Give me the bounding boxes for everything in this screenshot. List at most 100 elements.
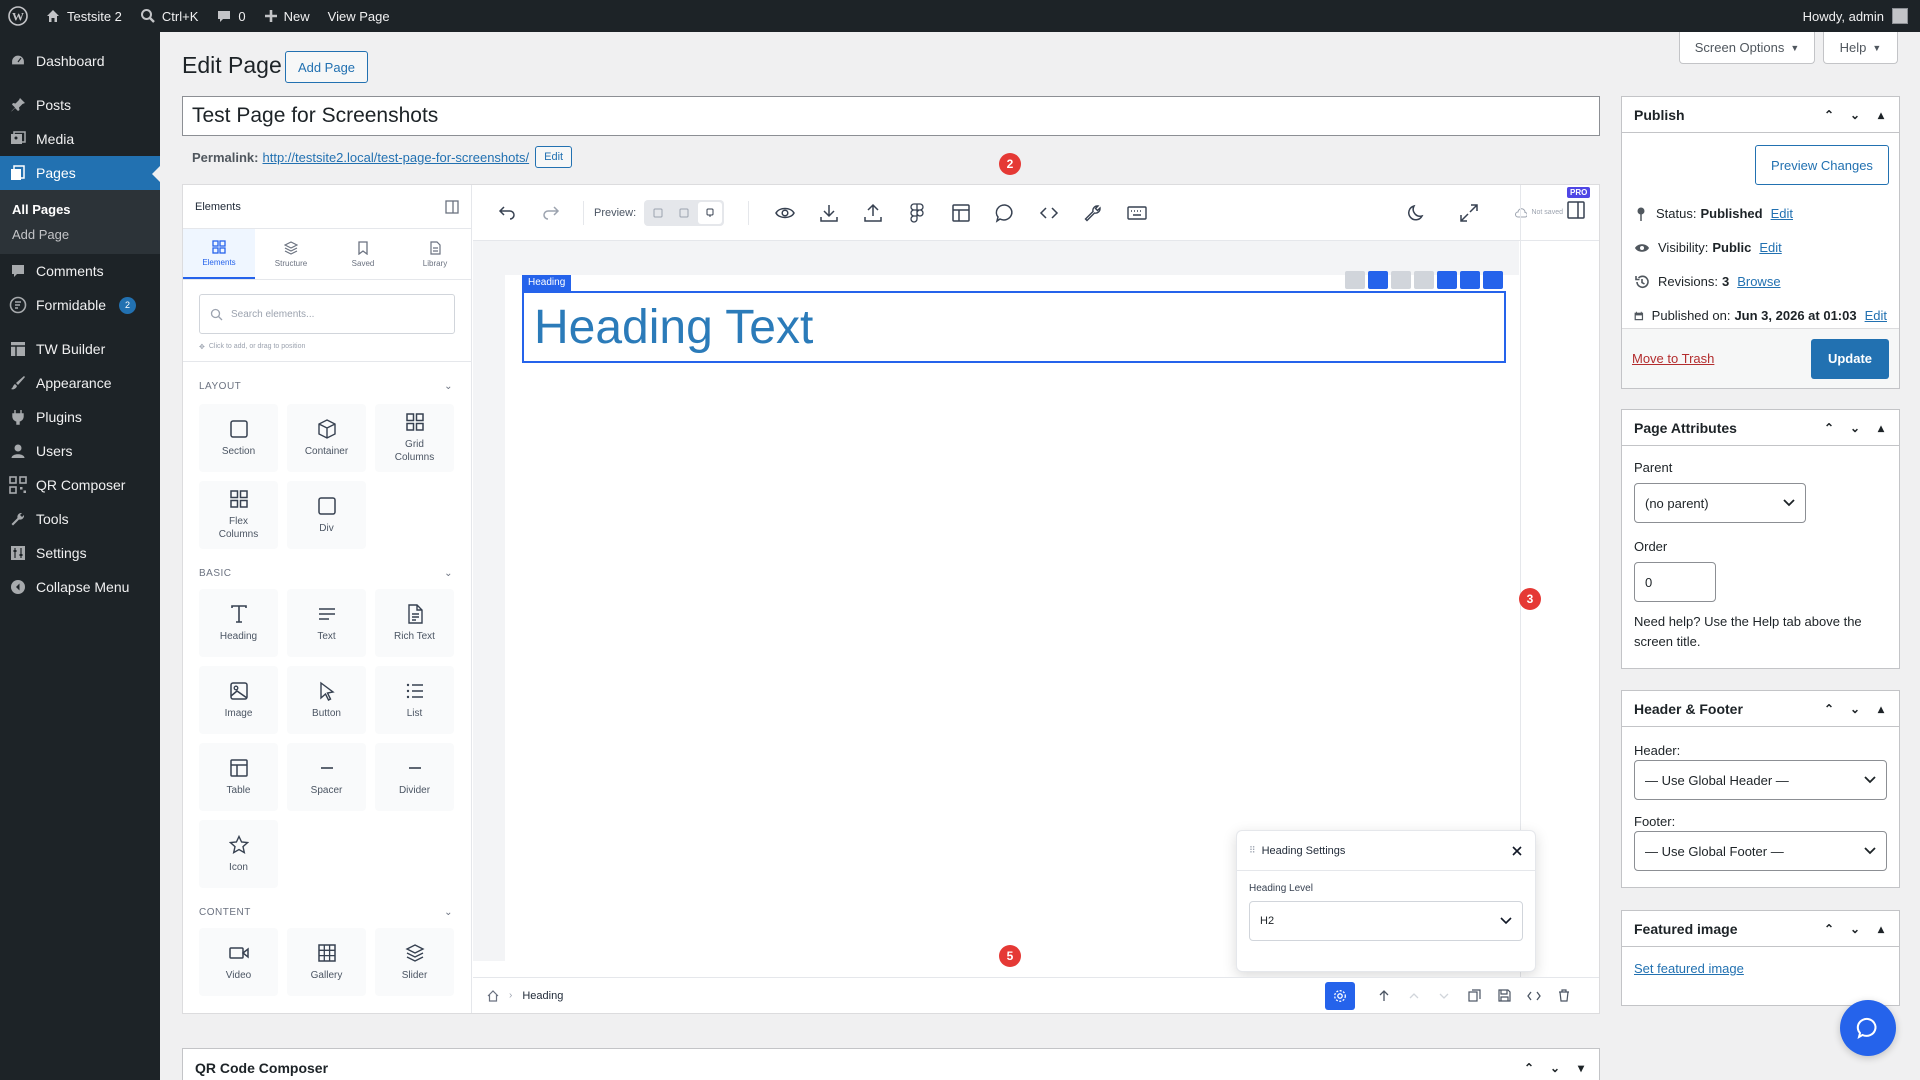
undo-icon[interactable] <box>485 193 529 233</box>
move-up-icon[interactable]: ⌃ <box>1819 421 1839 435</box>
preview-changes-button[interactable]: Preview Changes <box>1755 145 1889 185</box>
action-button[interactable] <box>1345 271 1365 289</box>
settings-gear-icon[interactable] <box>1325 981 1355 1010</box>
element-container[interactable]: Container <box>287 404 366 472</box>
element-slider[interactable]: Slider <box>375 928 454 996</box>
element-search-input[interactable]: Search elements... <box>199 294 455 334</box>
code-icon[interactable] <box>1027 193 1071 233</box>
redo-icon[interactable] <box>529 193 573 233</box>
element-list[interactable]: List <box>375 666 454 734</box>
category-layout[interactable]: LAYOUT ⌄ <box>183 376 471 396</box>
element-table[interactable]: Table <box>199 743 278 811</box>
upload-icon[interactable] <box>851 193 895 233</box>
comments-link[interactable]: 0 <box>207 0 254 32</box>
heading-element[interactable]: Heading Text <box>522 291 1506 363</box>
sidebar-item-users[interactable]: Users <box>0 434 160 468</box>
screen-options-button[interactable]: Screen Options ▼ <box>1679 32 1815 64</box>
arrow-up-icon[interactable] <box>1369 982 1399 1010</box>
element-grid-columns[interactable]: Grid Columns <box>375 404 454 472</box>
sidebar-item-tw-builder[interactable]: TW Builder <box>0 332 160 366</box>
drag-handle-icon[interactable]: ⠿ <box>1249 845 1256 856</box>
chevron-up-icon[interactable] <box>1399 982 1429 1010</box>
layout-icon[interactable] <box>939 193 983 233</box>
element-heading[interactable]: Heading <box>199 589 278 657</box>
sidebar-item-posts[interactable]: Posts <box>0 88 160 122</box>
edit-status-link[interactable]: Edit <box>1771 197 1793 231</box>
save-icon[interactable] <box>1489 982 1519 1010</box>
move-up-icon[interactable]: ⌃ <box>1819 702 1839 716</box>
chat-icon[interactable] <box>983 193 1027 233</box>
keyboard-icon[interactable] <box>1115 193 1159 233</box>
action-button[interactable] <box>1368 271 1388 289</box>
toggle-panel-icon[interactable]: ▴ <box>1871 421 1891 435</box>
tab-saved[interactable]: Saved <box>327 229 399 279</box>
category-basic[interactable]: BASIC ⌄ <box>183 563 471 583</box>
tab-structure[interactable]: Structure <box>255 229 327 279</box>
chevron-down-icon[interactable] <box>1429 982 1459 1010</box>
breadcrumb[interactable]: Heading <box>522 990 563 1002</box>
sidebar-item-plugins[interactable]: Plugins <box>0 400 160 434</box>
sidebar-item-dashboard[interactable]: Dashboard <box>0 44 160 78</box>
sidebar-item-formidable[interactable]: Formidable 2 <box>0 288 160 322</box>
drag-handle-icon[interactable] <box>1483 271 1503 289</box>
parent-select[interactable]: (no parent) <box>1634 483 1806 523</box>
wrench-icon[interactable] <box>1071 193 1115 233</box>
header-select[interactable]: — Use Global Header — <box>1634 760 1887 800</box>
tab-library[interactable]: Library <box>399 229 471 279</box>
sidebar-item-comments[interactable]: Comments <box>0 254 160 288</box>
panel-toggle-icon[interactable] <box>445 199 459 214</box>
figma-icon[interactable] <box>895 193 939 233</box>
element-section[interactable]: Section <box>199 404 278 472</box>
move-up-icon[interactable]: ⌃ <box>1819 922 1839 936</box>
sidebar-item-media[interactable]: Media <box>0 122 160 156</box>
footer-select[interactable]: — Use Global Footer — <box>1634 831 1887 871</box>
trash-icon[interactable] <box>1549 982 1579 1010</box>
permalink-edit-button[interactable]: Edit <box>535 146 573 168</box>
sidebar-item-pages[interactable]: Pages <box>0 156 160 190</box>
update-button[interactable]: Update <box>1811 338 1889 379</box>
toggle-panel-icon[interactable]: ▴ <box>1871 702 1891 716</box>
dark-mode-icon[interactable] <box>1395 193 1439 233</box>
home-icon[interactable] <box>487 989 499 1002</box>
element-video[interactable]: Video <box>199 928 278 996</box>
submenu-all-pages[interactable]: All Pages <box>0 197 160 222</box>
move-up-icon[interactable]: ⌃ <box>1519 1061 1539 1075</box>
fullscreen-icon[interactable] <box>1447 193 1491 233</box>
element-button[interactable]: Button <box>287 666 366 734</box>
sidebar-item-appearance[interactable]: Appearance <box>0 366 160 400</box>
permalink-url[interactable]: http://testsite2.local/test-page-for-scr… <box>262 150 529 165</box>
element-divider[interactable]: Divider <box>375 743 454 811</box>
element-gallery[interactable]: Gallery <box>287 928 366 996</box>
download-icon[interactable] <box>807 193 851 233</box>
action-button[interactable] <box>1414 271 1434 289</box>
post-title-input[interactable]: Test Page for Screenshots <box>182 96 1600 136</box>
code-icon[interactable] <box>1519 982 1549 1010</box>
mobile-icon[interactable] <box>698 201 723 224</box>
tablet-icon[interactable] <box>672 202 696 224</box>
submenu-add-page[interactable]: Add Page <box>0 222 160 247</box>
element-rich-text[interactable]: Rich Text <box>375 589 454 657</box>
move-down-icon[interactable]: ⌄ <box>1845 108 1865 122</box>
wp-logo-icon[interactable]: W <box>0 0 36 32</box>
move-down-icon[interactable]: ⌄ <box>1845 702 1865 716</box>
search-link[interactable]: Ctrl+K <box>131 0 207 32</box>
move-up-icon[interactable]: ⌃ <box>1819 108 1839 122</box>
howdy-link[interactable]: Howdy, admin <box>1803 9 1884 24</box>
help-button[interactable]: Help ▼ <box>1823 32 1898 64</box>
eye-icon[interactable] <box>763 193 807 233</box>
browse-revisions-link[interactable]: Browse <box>1737 265 1780 299</box>
toggle-panel-icon[interactable]: ▾ <box>1571 1061 1591 1075</box>
toggle-panel-icon[interactable]: ▴ <box>1871 108 1891 122</box>
element-text[interactable]: Text <box>287 589 366 657</box>
move-down-icon[interactable]: ⌄ <box>1545 1061 1565 1075</box>
sidebar-item-tools[interactable]: Tools <box>0 502 160 536</box>
add-page-button[interactable]: Add Page <box>285 51 368 83</box>
set-featured-image-link[interactable]: Set featured image <box>1634 961 1744 976</box>
duplicate-icon[interactable] <box>1459 982 1489 1010</box>
element-icon[interactable]: Icon <box>199 820 278 888</box>
tab-elements[interactable]: Elements <box>183 229 255 279</box>
new-content-link[interactable]: New <box>255 0 319 32</box>
copy-icon[interactable] <box>1437 271 1457 289</box>
sidebar-collapse-menu[interactable]: Collapse Menu <box>0 570 160 604</box>
close-icon[interactable] <box>1511 845 1523 857</box>
